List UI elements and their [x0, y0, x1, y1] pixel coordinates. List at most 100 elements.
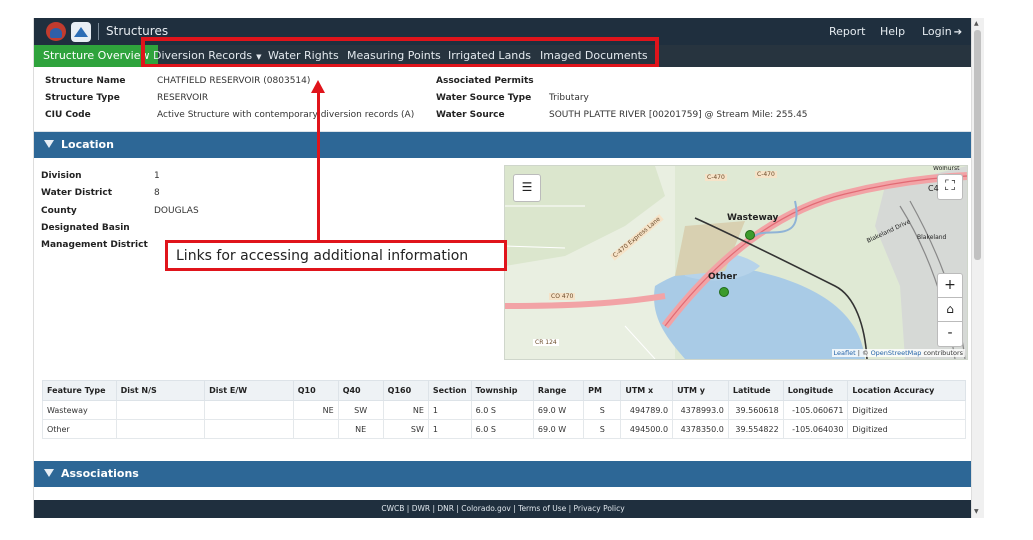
table-cell: 39.560618 — [727, 400, 784, 420]
annotation-arrow-shaft — [317, 91, 320, 241]
fullscreen-icon[interactable]: ⛶ — [937, 174, 963, 200]
blakeland-map-label: Blakeland — [917, 234, 947, 241]
table-header[interactable]: PM — [583, 380, 622, 401]
tabs-highlight-box — [141, 37, 659, 68]
table-cell: 1 — [427, 400, 472, 420]
table-header[interactable]: Q160 — [382, 380, 429, 401]
other-marker[interactable] — [719, 287, 729, 297]
table-cell — [292, 419, 339, 439]
colorado-logo-icon[interactable] — [46, 22, 66, 41]
home-icon[interactable]: ⌂ — [937, 297, 963, 323]
table-header[interactable]: UTM y — [672, 380, 729, 401]
road-label-co470: CO 470 — [549, 293, 576, 300]
table-cell: 6.0 S — [470, 400, 534, 420]
location-map[interactable]: ☰ ⛶ + ⌂ - Wasteway Other C-470 C-470 C-4… — [504, 165, 968, 360]
road-label-cr124: CR 124 — [533, 339, 559, 346]
openstreetmap-link[interactable]: OpenStreetMap — [871, 349, 922, 357]
table-cell: 494789.0 — [620, 400, 674, 420]
table-cell — [204, 419, 294, 439]
division-label: Division — [41, 171, 82, 181]
table-header[interactable]: Longitude — [782, 380, 849, 401]
scroll-up-icon[interactable]: ▲ — [974, 20, 979, 27]
associated-permits-label: Associated Permits — [436, 76, 534, 86]
designated-basin-label: Designated Basin — [41, 223, 130, 233]
structure-page: Structures Report Help Login ➔ Structure … — [33, 18, 972, 518]
table-cell: NE — [337, 419, 384, 439]
table-header[interactable]: Range — [532, 380, 585, 401]
table-header[interactable]: UTM x — [620, 380, 674, 401]
layers-icon[interactable]: ☰ — [513, 174, 541, 202]
table-cell — [204, 400, 294, 420]
ciu-code-label: CIU Code — [45, 110, 91, 120]
tab-structure-overview[interactable]: Structure Overview — [34, 45, 159, 67]
table-cell: 69.0 W — [532, 400, 585, 420]
table-row[interactable]: Other NE SW 1 6.0 S 69.0 W S 494500.0 43… — [42, 419, 966, 439]
table-header[interactable]: Location Accuracy — [847, 380, 966, 401]
location-section-header[interactable]: Location — [34, 132, 972, 158]
annotation-callout: Links for accessing additional informati… — [165, 240, 507, 271]
table-header[interactable]: Township — [470, 380, 534, 401]
table-cell: S — [583, 400, 622, 420]
attribution-tail: contributors — [921, 349, 963, 357]
table-header[interactable]: Latitude — [727, 380, 784, 401]
table-header[interactable]: Q10 — [292, 380, 339, 401]
table-cell: Digitized — [847, 400, 966, 420]
table-header-row: Feature Type Dist N/S Dist E/W Q10 Q40 Q… — [42, 380, 966, 401]
attribution-separator: | © — [855, 349, 871, 357]
structure-type-value: RESERVOIR — [157, 93, 209, 103]
table-header[interactable]: Feature Type — [42, 380, 117, 401]
collapse-triangle-icon — [44, 140, 54, 148]
division-value: 1 — [154, 171, 160, 181]
table-cell — [115, 419, 206, 439]
table-header[interactable]: Section — [427, 380, 472, 401]
map-attribution: Leaflet | © OpenStreetMap contributors — [831, 349, 965, 357]
table-cell: Wasteway — [42, 400, 117, 420]
footer[interactable]: CWCB | DWR | DNR | Colorado.gov | Terms … — [34, 500, 972, 518]
login-icon: ➔ — [953, 27, 963, 38]
table-cell: Digitized — [847, 419, 966, 439]
structure-name-value: CHATFIELD RESERVOIR (0803514) — [157, 76, 311, 86]
scroll-thumb[interactable] — [974, 30, 981, 260]
logo-divider — [98, 23, 99, 40]
table-cell: SW — [337, 400, 384, 420]
other-map-label: Other — [708, 272, 737, 282]
leaflet-link[interactable]: Leaflet — [834, 349, 856, 357]
structure-type-label: Structure Type — [45, 93, 120, 103]
associations-section-header[interactable]: Associations — [34, 461, 972, 487]
water-source-type-value: Tributary — [549, 93, 589, 103]
table-header[interactable]: Dist E/W — [204, 380, 294, 401]
table-header[interactable]: Dist N/S — [115, 380, 206, 401]
water-district-label: Water District — [41, 188, 113, 198]
county-label: County — [41, 206, 77, 216]
table-header[interactable]: Q40 — [337, 380, 384, 401]
table-row[interactable]: Wasteway NE SW NE 1 6.0 S 69.0 W S 49478… — [42, 400, 966, 420]
table-cell: S — [583, 419, 622, 439]
table-cell: 6.0 S — [470, 419, 534, 439]
table-cell: 4378993.0 — [672, 400, 729, 420]
wasteway-marker[interactable] — [745, 230, 755, 240]
water-source-value: SOUTH PLATTE RIVER [00201759] @ Stream M… — [549, 110, 808, 120]
table-cell: -105.064030 — [782, 419, 849, 439]
table-cell: 4378350.0 — [672, 419, 729, 439]
water-source-label: Water Source — [436, 110, 505, 120]
wasteway-map-label: Wasteway — [727, 213, 779, 223]
table-cell: SW — [382, 419, 429, 439]
location-section-title: Location — [61, 138, 114, 151]
management-district-label: Management District — [41, 240, 148, 250]
scroll-down-icon[interactable]: ▼ — [974, 508, 979, 515]
water-district-value: 8 — [154, 188, 160, 198]
table-cell: 1 — [427, 419, 472, 439]
zoom-in-button[interactable]: + — [937, 273, 963, 299]
report-link[interactable]: Report — [829, 25, 865, 38]
app-title[interactable]: Structures — [106, 24, 168, 38]
table-cell: -105.060671 — [782, 400, 849, 420]
table-cell: NE — [382, 400, 429, 420]
help-link[interactable]: Help — [880, 25, 905, 38]
page-scrollbar[interactable]: ▲ ▼ — [971, 18, 984, 518]
dwr-logo-icon[interactable] — [71, 22, 91, 42]
map-canvas — [505, 166, 967, 359]
zoom-out-button[interactable]: - — [937, 321, 963, 347]
road-label-c470b: C-470 — [755, 171, 777, 178]
wolhurst-map-label: Wolhurst — [933, 165, 960, 172]
login-link[interactable]: Login ➔ — [922, 25, 962, 38]
